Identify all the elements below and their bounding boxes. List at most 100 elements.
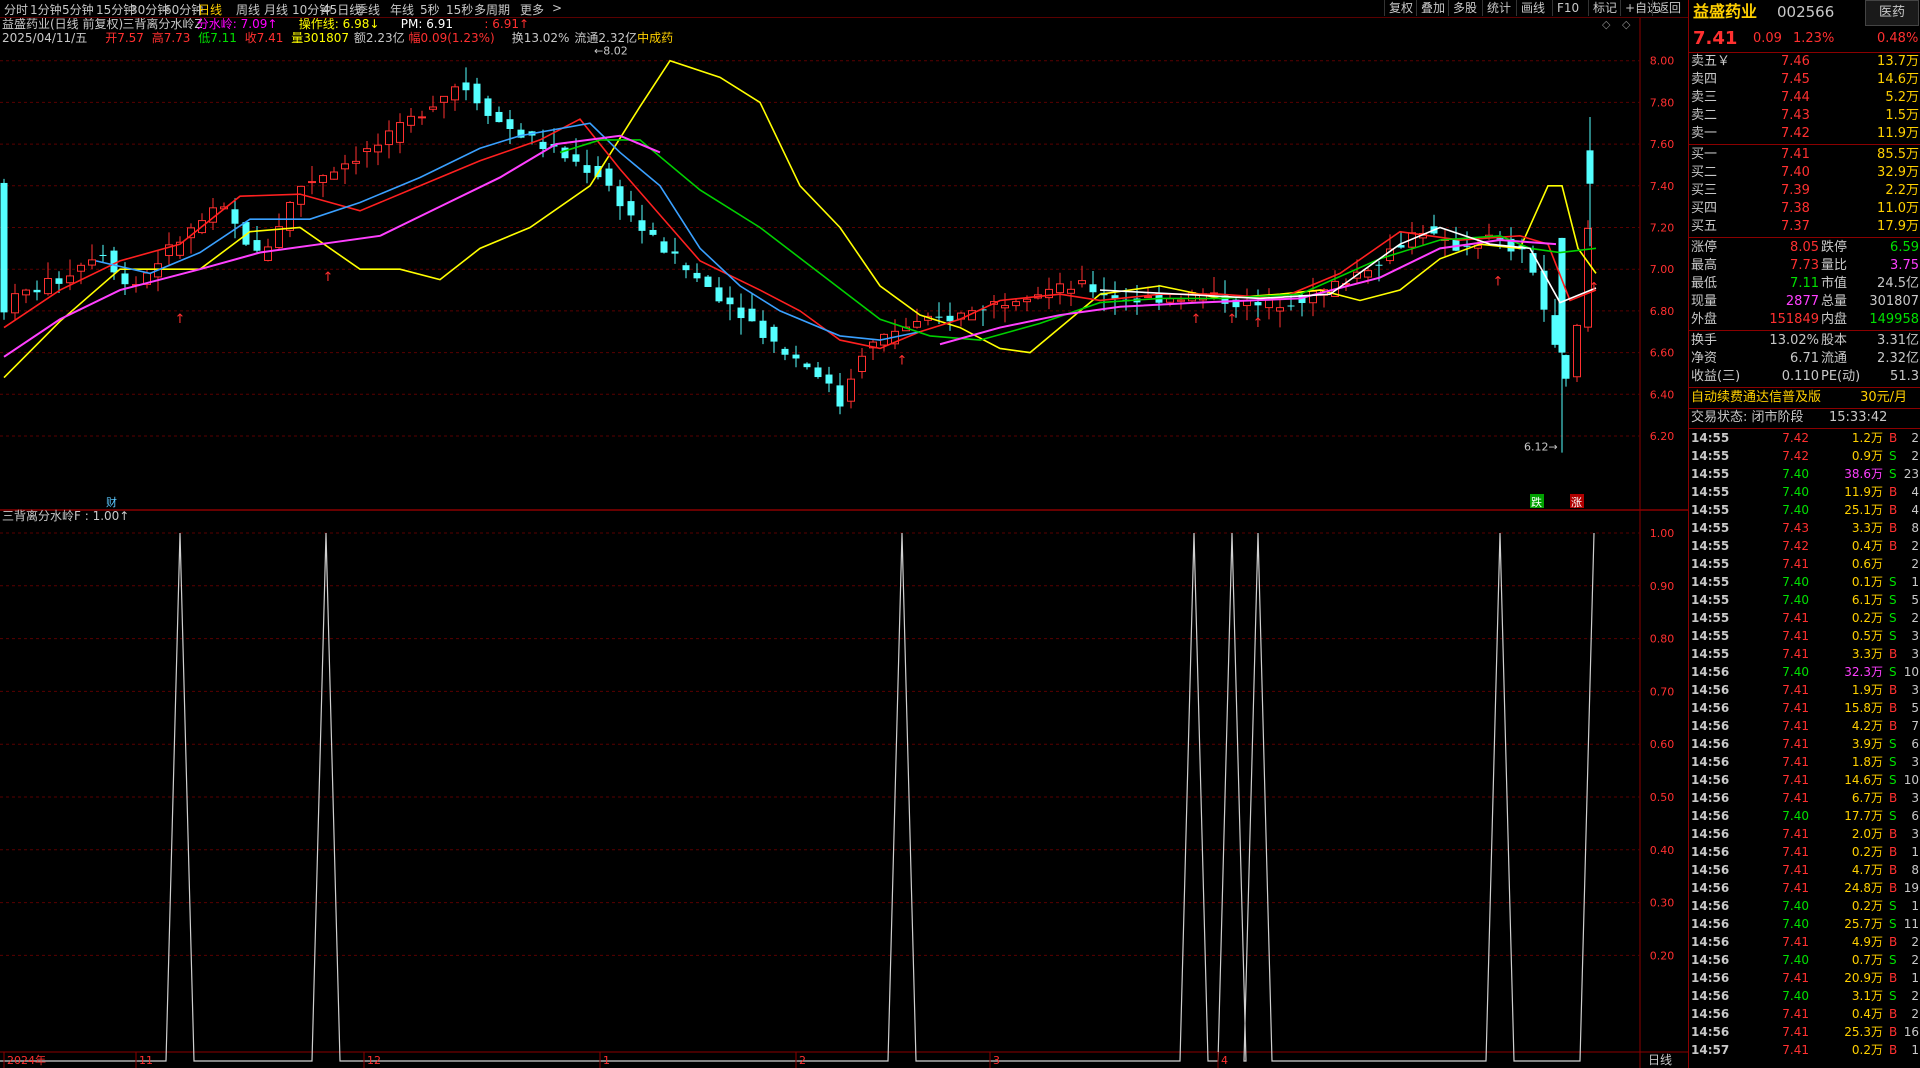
tick-row: 14:55 7.41 0.5万 S 3 [1689,627,1920,645]
tick-price: 7.40 [1782,953,1809,967]
bid-row[interactable]: 买四 7.38 11.0万 [1689,200,1920,218]
buy-signal-arrow-icon: ↑ [1493,274,1504,289]
tick-time: 14:56 [1691,827,1730,841]
toolbar-btn-6[interactable]: 标记 [1588,0,1621,16]
ask-row[interactable]: 卖二 7.43 1.5万 [1689,107,1920,125]
candle-body [33,289,41,293]
period-tab-15[interactable]: 多周期 [474,1,510,18]
ohlc-readout-item: 低7.11 [198,31,237,45]
tick-volume: 6.1万 [1851,593,1883,607]
promo-text[interactable]: 自动续费通达信普及版 [1691,389,1821,407]
ask-row[interactable]: 卖三 7.44 5.2万 [1689,89,1920,107]
period-tab-1[interactable]: 1分钟 [30,1,62,18]
bid-volume: 17.9万 [1877,219,1919,234]
candle-body [319,175,327,183]
bid-volume: 2.2万 [1885,183,1919,198]
tick-count: 2 [1911,449,1919,463]
toolbar-btn-4[interactable]: 画线 [1516,0,1549,16]
toolbar-btn-1[interactable]: 叠加 [1416,0,1449,16]
period-tab-12[interactable]: 年线 [390,1,414,18]
bid-row[interactable]: 买一 7.41 85.5万 [1689,146,1920,164]
stat-value: 151849 [1769,312,1819,327]
tick-time: 14:55 [1691,449,1730,463]
tick-volume: 0.2万 [1851,899,1883,913]
stat-value: 3.31亿 [1877,333,1919,348]
tick-side: S [1889,665,1897,679]
tick-row: 14:56 7.41 6.7万 B 3 [1689,789,1920,807]
cai-tag-label[interactable]: 财 [106,495,117,509]
high-marker: ←8.02 [594,45,628,58]
stock-code: 002566 [1777,3,1835,21]
tick-side: B [1889,1025,1898,1039]
chart-header-item: 三背离分水岭Z [122,18,202,31]
kline-chart[interactable]: ↑ ↑ ↑ ↑ ↑ ↑ ↑ ↑ ←8.02 6.12→ 财 跌 涨 8.00 7.80 7.60 7.40 7.… [0,18,1688,1068]
price-tick-label: 7.20 [1650,222,1675,235]
tick-volume: 3.1万 [1851,989,1883,1003]
period-tab-16[interactable]: 更多 [520,1,544,18]
tick-row: 14:55 7.42 0.9万 S 2 [1689,447,1920,465]
candle-body [858,355,866,372]
tick-side: B [1889,935,1898,949]
candle-body [1166,298,1174,303]
diamond-icon[interactable]: ◇ [1622,18,1631,31]
zhang-tag-label[interactable]: 涨 [1571,496,1582,509]
tick-row: 14:55 7.40 11.9万 B 4 [1689,483,1920,501]
tick-side: B [1889,845,1898,859]
toolbar-btn-0[interactable]: 复权 [1384,0,1417,16]
tick-time: 14:56 [1691,917,1730,931]
promo-price[interactable]: 30元/月 [1860,389,1907,407]
tick-side: S [1889,755,1897,769]
date-tick-label: 2 [799,1054,806,1067]
period-tab-13[interactable]: 5秒 [420,1,440,18]
diamond-icon[interactable]: ◇ [1602,18,1611,31]
stat-row: 最高 7.73 量比 3.75 [1689,257,1920,275]
tick-time: 14:55 [1691,557,1730,571]
bid-row[interactable]: 买三 7.39 2.2万 [1689,182,1920,200]
promo-row[interactable]: 自动续费通达信普及版 30元/月 [1689,389,1920,407]
tick-count: 7 [1911,719,1919,733]
ohlc-readout-item: 2025/04/11/五 [2,31,87,45]
candle-body [1144,296,1152,299]
tick-count: 1 [1911,971,1919,985]
candle-body [1375,264,1383,266]
tick-price: 7.41 [1782,683,1809,697]
tick-volume: 0.6万 [1851,557,1883,571]
candle-body [1177,299,1185,302]
price-tick-label: 7.40 [1650,180,1675,193]
toolbar-btn-8[interactable]: 返回 [1652,0,1685,16]
candle-body [44,278,52,295]
tick-count: 2 [1911,431,1919,445]
tick-side: B [1889,683,1898,697]
tick-time: 14:56 [1691,809,1730,823]
toolbar-btn-3[interactable]: 统计 [1482,0,1515,16]
period-tab-11[interactable]: 季线 [356,1,380,18]
period-tab-14[interactable]: 15秒 [446,1,473,18]
date-tick-label: 12 [367,1054,381,1067]
ask-row[interactable]: 卖五￥ 7.46 13.7万 [1689,53,1920,71]
ask-row[interactable]: 卖一 7.42 11.9万 [1689,125,1920,143]
candle-body [418,116,426,119]
stat-value: 13.02% [1769,333,1819,348]
bid-row[interactable]: 买二 7.40 32.9万 [1689,164,1920,182]
tick-side: B [1889,503,1898,517]
trade-status: 交易状态: 闭市阶段 [1691,410,1804,425]
bid-row[interactable]: 买五 7.37 17.9万 [1689,218,1920,236]
die-tag-label[interactable]: 跌 [1531,495,1542,509]
tick-price: 7.41 [1782,845,1809,859]
toolbar-btn-5[interactable]: F10 [1552,0,1583,16]
tick-row: 14:57 7.41 0.2万 B 1 [1689,1041,1920,1059]
period-tab-6[interactable]: 日线 [198,1,222,18]
buy-signal-arrow-icon: ↑ [175,312,186,327]
period-tab-8[interactable]: 月线 [264,1,288,18]
industry-badge[interactable]: 医药 [1865,0,1919,26]
ohlc-readout-item: 高7.73 [152,30,191,45]
period-tab-7[interactable]: 周线 [236,1,260,18]
period-tab-2[interactable]: 5分钟 [62,1,94,18]
stat-label: 跌停 [1821,240,1848,255]
tick-price: 7.41 [1782,773,1809,787]
period-tab-0[interactable]: 分时 [4,1,28,18]
more-chevron-icon[interactable]: > [552,1,562,15]
ask-row[interactable]: 卖四 7.45 14.6万 [1689,71,1920,89]
tick-count: 19 [1903,881,1919,895]
toolbar-btn-2[interactable]: 多股 [1448,0,1481,16]
